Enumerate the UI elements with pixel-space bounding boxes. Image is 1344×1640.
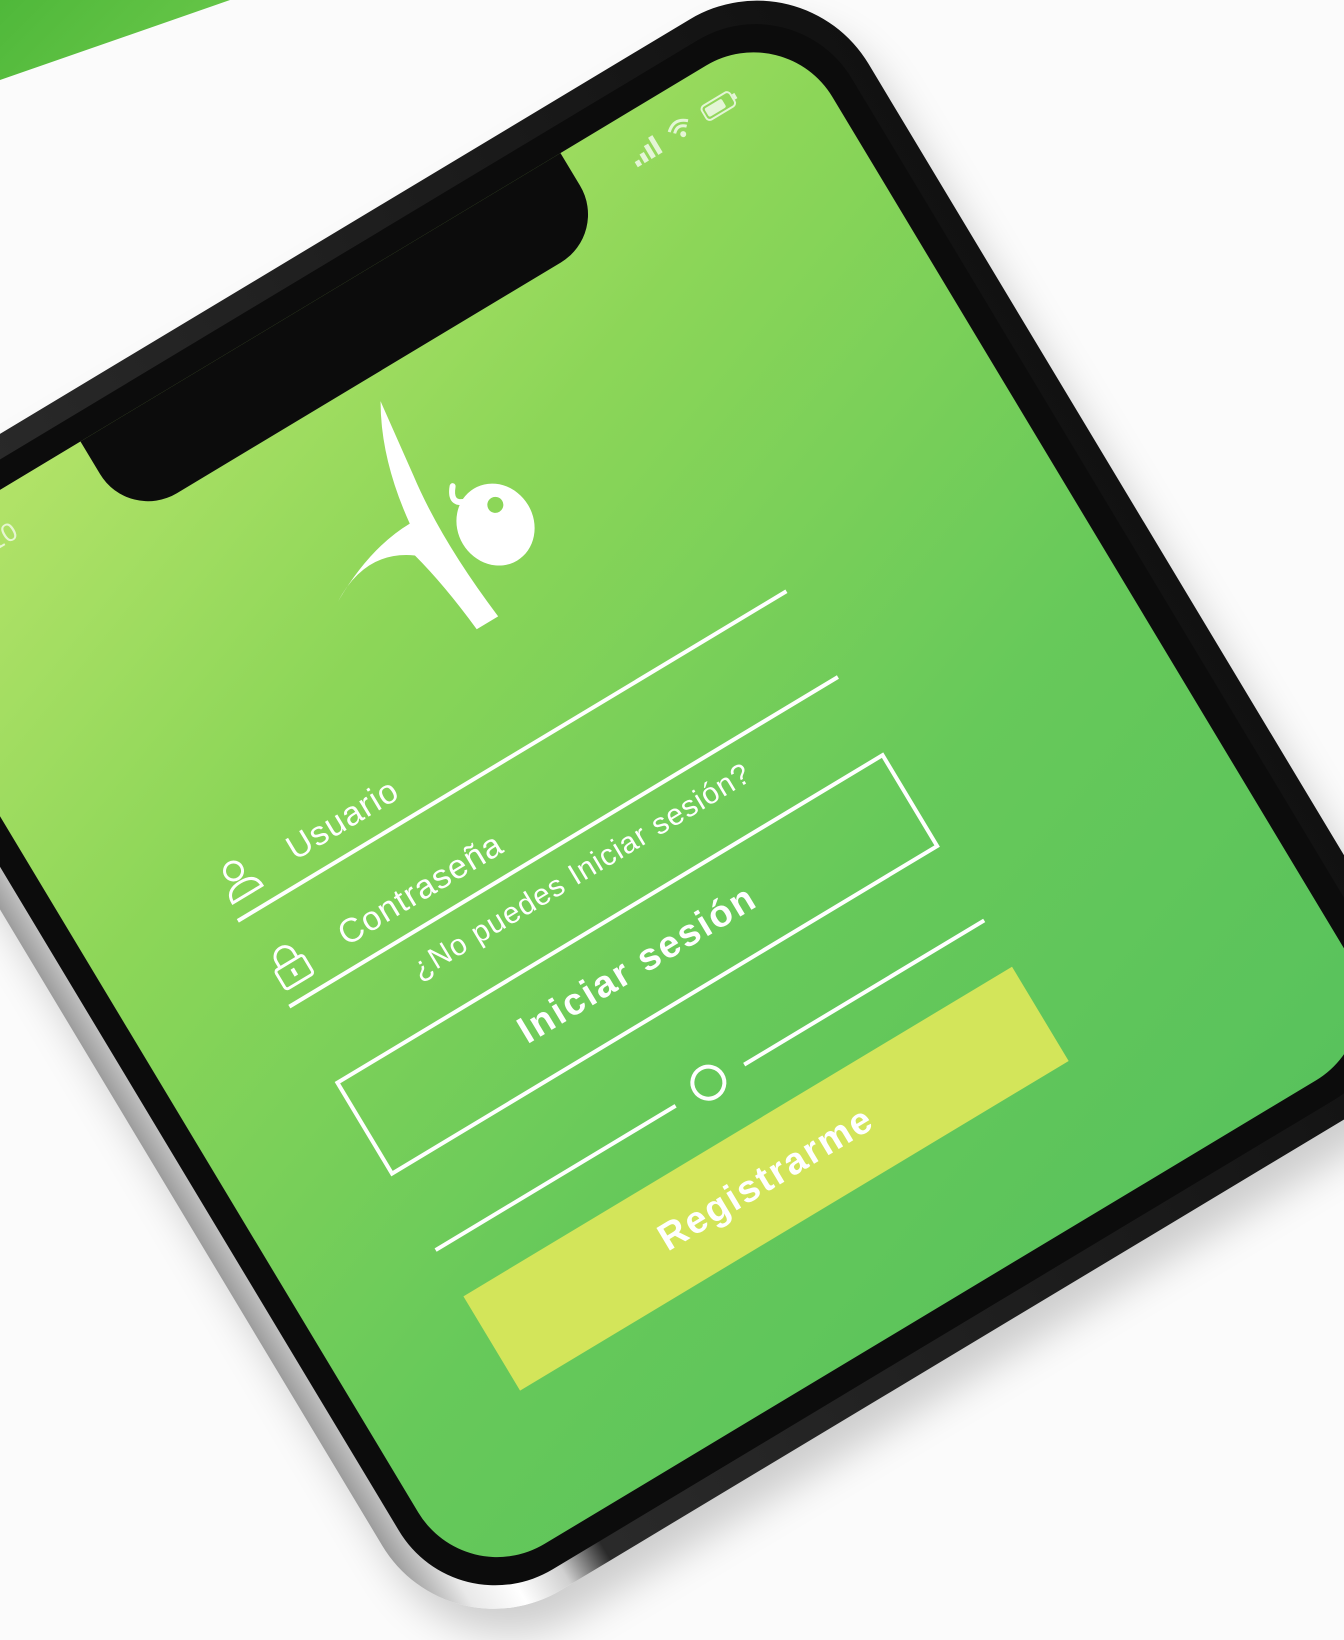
lock-icon (273, 945, 315, 991)
user-icon (223, 860, 265, 905)
phone-screen: 10:10 Usuario Contraseña ¿No puedes Inic… (0, 18, 1344, 1592)
status-time: 10:10 (0, 515, 24, 578)
signal-icon (626, 133, 663, 168)
battery-icon (700, 91, 738, 121)
phone-mockup: 10:10 Usuario Contraseña ¿No puedes Inic… (0, 0, 1344, 1640)
wifi-icon (667, 118, 689, 138)
divider-circle (683, 1057, 734, 1108)
decorative-leaf (0, 0, 230, 80)
